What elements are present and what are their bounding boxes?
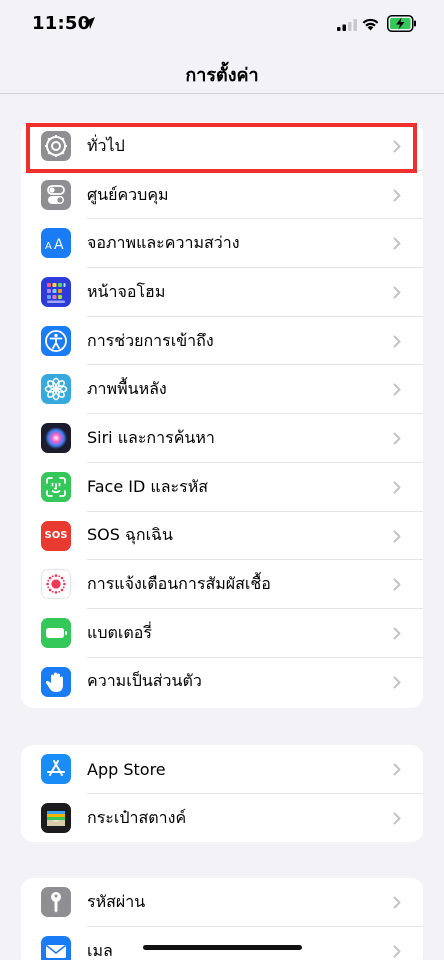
row-face-id[interactable]: Face ID และรหัส [21,463,423,512]
siri-icon [41,423,71,454]
wallpaper-flower-icon [41,374,71,405]
battery-icon [41,617,71,648]
battery-charging-icon [387,15,416,32]
settings-group-1: ทั่วไป ศูนย์ควบคุม AA จอภาพและความสว่าง … [21,122,423,708]
svg-text:A: A [45,241,52,252]
row-wallpaper[interactable]: ภาพพื้นหลัง [21,365,423,415]
chevron-right-icon [393,578,401,591]
row-app-store[interactable]: App Store [21,745,423,794]
app-store-icon [41,754,71,784]
location-arrow-icon [83,17,95,29]
chevron-right-icon [393,896,401,909]
selection-highlight [26,123,417,173]
wallet-icon [41,802,71,833]
row-label: เมล [87,940,113,960]
row-label: แบตเตอรี่ [87,622,152,642]
row-battery[interactable]: แบตเตอรี่ [21,609,423,658]
row-label: Face ID และรหัส [87,476,209,496]
home-grid-icon [41,277,71,308]
hand-icon [41,666,71,697]
row-passwords[interactable]: รหัสผ่าน [21,878,423,927]
page-title: การตั้งค่า [185,65,259,86]
chevron-right-icon [393,237,401,250]
row-home-screen[interactable]: หน้าจอโฮม [21,268,423,317]
row-wallet[interactable]: กระเป๋าสตางค์ [21,794,423,842]
svg-text:A: A [54,237,64,253]
row-label: กระเป๋าสตางค์ [87,807,187,827]
row-control-center[interactable]: ศูนย์ควบคุม [21,171,423,220]
chevron-right-icon [393,189,401,202]
mail-icon [41,935,71,960]
status-bar: 11:50 [0,0,444,50]
wifi-icon [362,18,379,31]
chevron-right-icon [393,945,401,958]
row-display-brightness[interactable]: AA จอภาพและความสว่าง [21,219,423,269]
row-label: รหัสผ่าน [87,891,146,911]
text-size-icon: AA [41,228,71,259]
face-id-icon [41,471,71,502]
row-exposure-notifications[interactable]: การแจ้งเตือนการสัมผัสเชื้อ [21,560,423,609]
sos-icon: SOS [41,520,71,551]
row-mail[interactable]: เมล [21,927,423,960]
exposure-notification-icon [41,569,71,600]
chevron-right-icon [393,530,401,542]
chevron-right-icon [393,481,401,494]
nav-divider [0,93,444,94]
chevron-right-icon [393,286,401,299]
key-icon [41,887,71,917]
chevron-right-icon [393,627,401,640]
settings-group-2: App Store กระเป๋าสตางค์ [21,745,423,842]
chevron-right-icon [393,432,401,445]
cellular-signal-icon [337,19,357,31]
chevron-right-icon [393,763,401,776]
row-label: ความเป็นส่วนตัว [87,671,202,691]
row-label: ภาพพื้นหลัง [87,379,167,399]
chevron-right-icon [393,812,401,825]
row-label: App Store [87,759,166,779]
chevron-right-icon [393,335,401,348]
row-label: การช่วยการเข้าถึง [87,330,214,350]
accessibility-icon [41,325,71,356]
row-privacy[interactable]: ความเป็นส่วนตัว [21,658,423,707]
row-label: การแจ้งเตือนการสัมผัสเชื้อ [87,574,271,594]
chevron-right-icon [393,383,401,396]
row-emergency-sos[interactable]: SOS SOS ฉุกเฉิน [21,512,423,561]
row-siri-search[interactable]: Siri และการค้นหา [21,414,423,463]
row-accessibility[interactable]: การช่วยการเข้าถึง [21,317,423,366]
chevron-right-icon [393,676,401,689]
toggles-icon [41,179,71,210]
row-label: จอภาพและความสว่าง [87,233,240,253]
row-label: หน้าจอโฮม [87,281,166,301]
row-label: SOS ฉุกเฉิน [87,525,173,545]
row-label: Siri และการค้นหา [87,427,215,447]
row-label: ศูนย์ควบคุม [87,184,169,204]
home-indicator[interactable] [143,945,302,950]
